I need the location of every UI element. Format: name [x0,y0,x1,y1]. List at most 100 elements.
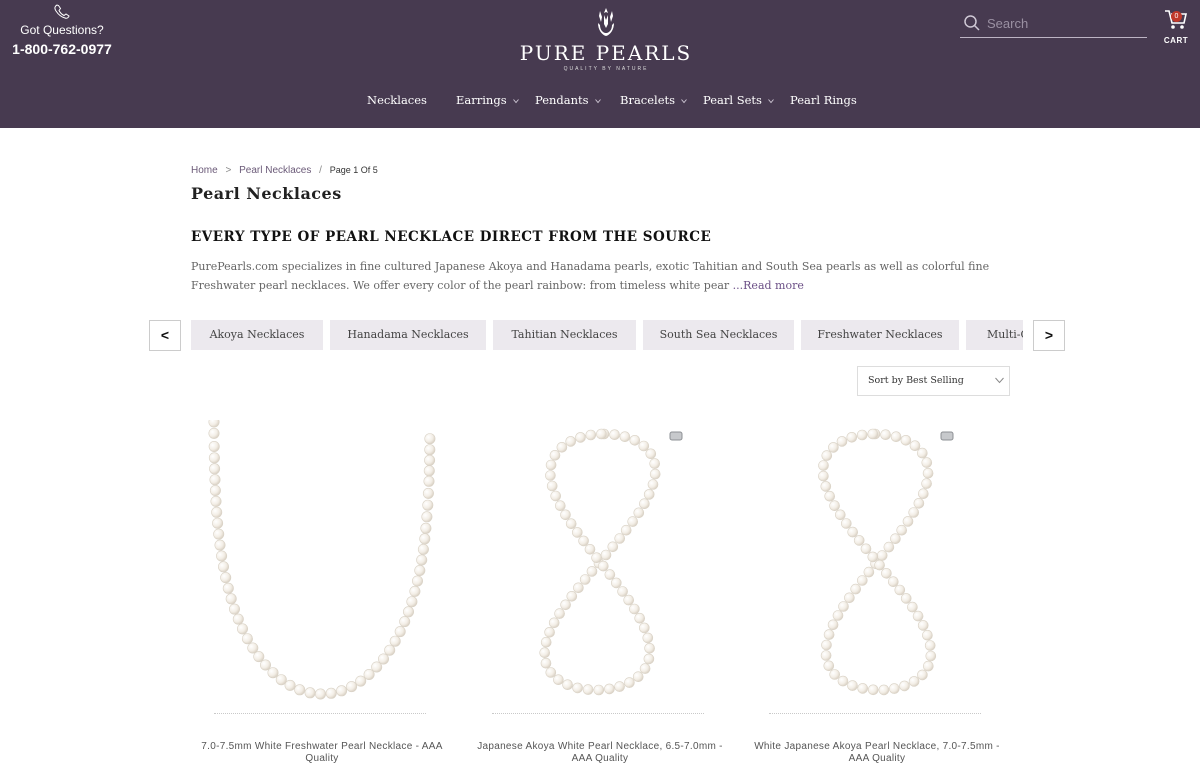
pearl [424,433,436,445]
contact-block[interactable]: Got Questions? 1-800-762-0977 [10,4,114,57]
card-divider [214,713,426,714]
pearl [917,447,928,459]
pearl [539,647,550,658]
site-logo[interactable]: PURE PEARLS QUALITY BY NATURE [500,6,712,72]
pearl [857,683,868,694]
pearl [820,481,832,492]
sort-selected-value: Sort by Best Selling [868,375,964,386]
pearl [222,582,234,594]
pearl [918,488,929,499]
carousel-next-button[interactable]: > [1033,320,1065,351]
pearl [639,663,651,674]
pearl [863,566,875,578]
nav-item-earrings[interactable]: Earrings [456,90,519,112]
pearl [860,543,872,555]
product-name[interactable]: Japanese Akoya White Pearl Necklace, 6.5… [470,741,730,765]
pearl [857,575,868,586]
pearl [211,506,223,518]
pearl [627,516,638,527]
pearl [620,524,632,536]
product-card[interactable]: Japanese Akoya White Pearl Necklace, 6.5… [470,420,730,770]
page-title: Pearl Necklaces [191,184,342,203]
cart-button[interactable]: 0 CART [1160,8,1192,48]
pearl [572,527,583,538]
pearl [585,429,597,441]
pearl [575,432,586,443]
nav-item-pearl-rings[interactable]: Pearl Rings [790,90,857,112]
pearl [566,591,578,602]
pearl [216,550,228,562]
pearl [275,674,287,686]
read-more-link[interactable]: ...Read more [733,279,804,292]
breadcrumb-pearl-necklaces[interactable]: Pearl Necklaces [239,165,311,176]
clasp-icon [940,431,954,441]
pearl [913,498,925,509]
pearl [643,653,655,665]
product-card[interactable]: 7.0-7.5mm White Freshwater Pearl Necklac… [192,420,452,770]
category-chip-multi-color[interactable]: Multi-C [966,320,1023,350]
pearl [241,633,253,645]
pearl [629,434,641,446]
search-icon[interactable] [963,14,981,32]
pearl [867,551,879,563]
nav-item-bracelets[interactable]: Bracelets [620,90,687,112]
pearl [572,682,583,694]
nav-item-pendants[interactable]: Pendants [535,90,601,112]
pearl [420,522,432,534]
pearl [878,684,890,696]
category-chip-hanadama[interactable]: Hanadama Necklaces [330,320,486,350]
chevron-down-icon [594,99,601,104]
pearl [874,559,885,571]
pearl [644,643,655,654]
pearl [900,593,912,604]
pearl [582,684,594,695]
pearl [617,586,628,597]
pearl [546,480,558,492]
sort-select[interactable]: Sort by Best Selling [857,366,1010,396]
breadcrumb-separator: / [319,165,322,176]
pearl [598,560,609,572]
pearl [212,517,224,529]
carousel-prev-button[interactable]: < [149,320,181,351]
pearl [236,623,248,635]
pearl [304,687,316,699]
pearl [225,593,237,605]
breadcrumb-current-page: Page 1 Of 5 [329,165,378,175]
category-chip-tahitian[interactable]: Tahitian Necklaces [493,320,636,350]
pearl [900,434,912,446]
pearl [394,626,406,638]
pearl [562,679,573,691]
contact-phone[interactable]: 1-800-762-0977 [10,41,114,57]
product-name[interactable]: White Japanese Akoya Pearl Necklace, 7.0… [747,741,1007,765]
category-chip-freshwater[interactable]: Freshwater Necklaces [801,320,959,350]
pearl [399,616,411,628]
product-name[interactable]: 7.0-7.5mm White Freshwater Pearl Necklac… [192,741,452,765]
pearl [416,554,428,566]
pearl [421,511,433,523]
pearl [828,442,839,453]
pearl [921,478,932,489]
pearl [639,622,650,634]
site-header: Got Questions? 1-800-762-0977 PURE PEARL… [0,0,1200,128]
category-chip-akoya[interactable]: Akoya Necklaces [191,320,323,350]
pearl [837,675,849,687]
nav-item-pearl-sets[interactable]: Pearl Sets [703,90,774,112]
search-input[interactable] [987,13,1142,33]
pearl [220,572,232,584]
pearl [422,499,434,511]
breadcrumb-home[interactable]: Home [191,165,218,176]
pearl [841,518,852,529]
pearl [586,566,598,577]
pearl [634,612,645,624]
product-card[interactable]: White Japanese Akoya Pearl Necklace, 7.0… [747,420,1007,770]
pearl [850,583,861,595]
pearl [208,440,220,452]
pearl [208,452,220,464]
nav-item-necklaces[interactable]: Necklaces [367,90,427,112]
pearl [579,574,591,585]
pearl [846,431,858,443]
category-chip-south-sea[interactable]: South Sea Necklaces [643,320,794,350]
pearl [889,683,900,694]
pearl [596,428,607,440]
pearl [419,533,431,545]
